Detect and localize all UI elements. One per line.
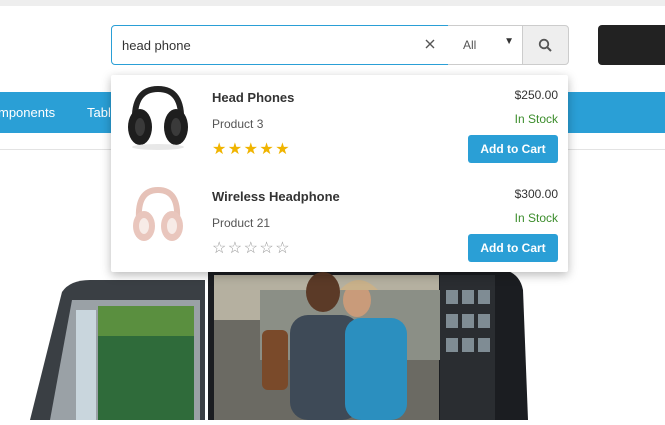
search-input[interactable]: head phone xyxy=(111,25,449,65)
result-item[interactable]: Wireless Headphone Product 21 ☆☆☆☆☆ $300… xyxy=(111,174,568,272)
product-price: $300.00 xyxy=(514,187,558,201)
stock-status: In Stock xyxy=(514,211,558,225)
nav-item-components[interactable]: mponents xyxy=(0,105,55,120)
product-image[interactable] xyxy=(125,81,191,153)
star-icon: ★ xyxy=(212,141,227,158)
search-bar: head phone All ▼ xyxy=(111,25,569,65)
search-button[interactable] xyxy=(522,25,569,65)
star-icon: ☆ xyxy=(259,240,274,257)
product-name[interactable]: Wireless Headphone xyxy=(212,189,340,204)
product-name[interactable]: Head Phones xyxy=(212,90,294,105)
star-icon: ★ xyxy=(275,141,290,158)
search-results-dropdown: Head Phones Product 3 ★★★★★ $250.00 In S… xyxy=(111,75,568,272)
stock-status: In Stock xyxy=(514,112,558,126)
result-item[interactable]: Head Phones Product 3 ★★★★★ $250.00 In S… xyxy=(111,75,568,173)
add-to-cart-button[interactable]: Add to Cart xyxy=(468,234,558,262)
star-icon: ☆ xyxy=(275,240,290,257)
add-to-cart-button[interactable]: Add to Cart xyxy=(468,135,558,163)
product-image[interactable] xyxy=(125,180,191,252)
search-query[interactable]: head phone xyxy=(122,38,191,53)
star-icon: ★ xyxy=(227,141,243,158)
star-icon: ★ xyxy=(243,141,258,158)
star-icon: ☆ xyxy=(243,240,258,257)
product-subtitle: Product 3 xyxy=(212,117,264,131)
star-icon: ☆ xyxy=(212,240,227,257)
nav-item-tablets[interactable]: Tabl xyxy=(87,105,111,120)
top-strip xyxy=(0,0,665,6)
search-icon xyxy=(538,38,552,52)
caret-down-icon: ▼ xyxy=(504,36,514,47)
close-icon[interactable] xyxy=(422,36,438,52)
star-icon: ★ xyxy=(259,141,274,158)
category-select[interactable]: All ▼ xyxy=(448,25,523,65)
star-icon: ☆ xyxy=(227,240,243,257)
category-value: All xyxy=(463,38,477,52)
rating-stars: ★★★★★ xyxy=(212,139,291,159)
product-price: $250.00 xyxy=(514,88,558,102)
header-cart-button[interactable] xyxy=(598,25,665,65)
rating-stars: ☆☆☆☆☆ xyxy=(212,238,291,258)
product-subtitle: Product 21 xyxy=(212,216,271,230)
